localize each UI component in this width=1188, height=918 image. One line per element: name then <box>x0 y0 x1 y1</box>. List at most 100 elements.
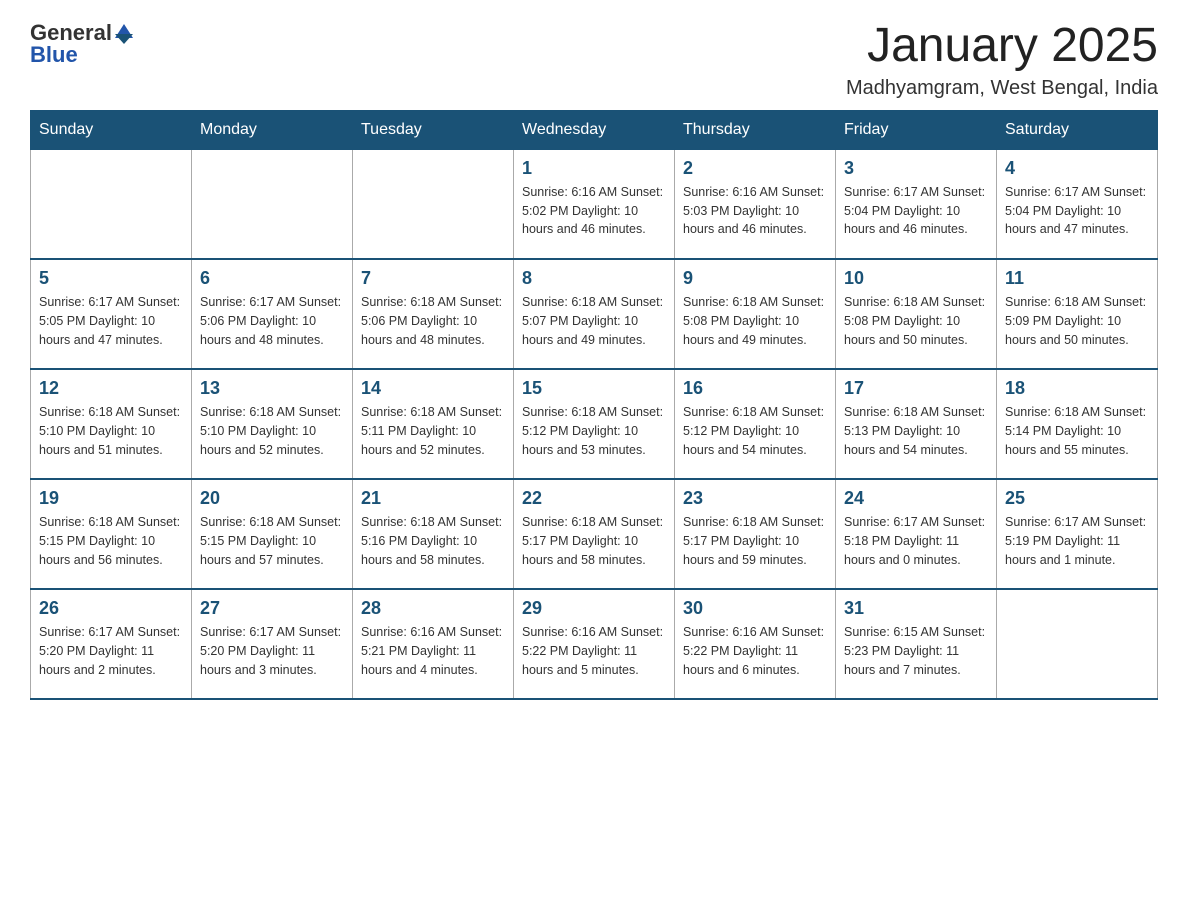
calendar-cell: 20 Sunrise: 6:18 AM Sunset: 5:15 PM Dayli… <box>192 479 353 589</box>
day-info: Sunrise: 6:18 AM Sunset: 5:10 PM Dayligh… <box>39 403 183 459</box>
day-info: Sunrise: 6:18 AM Sunset: 5:13 PM Dayligh… <box>844 403 988 459</box>
calendar-cell: 29 Sunrise: 6:16 AM Sunset: 5:22 PM Dayli… <box>514 589 675 699</box>
day-info: Sunrise: 6:18 AM Sunset: 5:09 PM Dayligh… <box>1005 293 1149 349</box>
day-info: Sunrise: 6:17 AM Sunset: 5:19 PM Dayligh… <box>1005 513 1149 569</box>
calendar-cell: 27 Sunrise: 6:17 AM Sunset: 5:20 PM Dayli… <box>192 589 353 699</box>
calendar-cell: 21 Sunrise: 6:18 AM Sunset: 5:16 PM Dayli… <box>353 479 514 589</box>
day-number: 2 <box>683 158 827 179</box>
day-number: 24 <box>844 488 988 509</box>
day-number: 17 <box>844 378 988 399</box>
calendar-cell: 4 Sunrise: 6:17 AM Sunset: 5:04 PM Daylig… <box>997 149 1158 259</box>
day-info: Sunrise: 6:18 AM Sunset: 5:06 PM Dayligh… <box>361 293 505 349</box>
day-number: 8 <box>522 268 666 289</box>
day-number: 6 <box>200 268 344 289</box>
calendar-cell: 15Sunrise: 6:18 AM Sunset: 5:12 PM Dayli… <box>514 369 675 479</box>
calendar: SundayMondayTuesdayWednesdayThursdayFrid… <box>30 110 1158 701</box>
subtitle: Madhyamgram, West Bengal, India <box>846 77 1158 100</box>
day-number: 5 <box>39 268 183 289</box>
day-number: 3 <box>844 158 988 179</box>
calendar-cell: 3Sunrise: 6:17 AM Sunset: 5:04 PM Daylig… <box>836 149 997 259</box>
day-number: 27 <box>200 598 344 619</box>
day-number: 18 <box>1005 378 1149 399</box>
day-info: Sunrise: 6:18 AM Sunset: 5:17 PM Dayligh… <box>683 513 827 569</box>
calendar-cell: 25Sunrise: 6:17 AM Sunset: 5:19 PM Dayli… <box>997 479 1158 589</box>
day-info: Sunrise: 6:18 AM Sunset: 5:08 PM Dayligh… <box>844 293 988 349</box>
day-info: Sunrise: 6:18 AM Sunset: 5:08 PM Dayligh… <box>683 293 827 349</box>
day-number: 29 <box>522 598 666 619</box>
logo-blue-text: Blue <box>30 42 78 68</box>
day-info: Sunrise: 6:15 AM Sunset: 5:23 PM Dayligh… <box>844 623 988 679</box>
calendar-week-row: 1 Sunrise: 6:16 AM Sunset: 5:02 PM Daylig… <box>31 149 1158 259</box>
calendar-cell: 24 Sunrise: 6:17 AM Sunset: 5:18 PM Dayli… <box>836 479 997 589</box>
calendar-cell: 17 Sunrise: 6:18 AM Sunset: 5:13 PM Dayli… <box>836 369 997 479</box>
calendar-cell: 31 Sunrise: 6:15 AM Sunset: 5:23 PM Dayli… <box>836 589 997 699</box>
header: General Blue January 2025 Madhyamgram, W… <box>30 20 1158 100</box>
calendar-cell: 9 Sunrise: 6:18 AM Sunset: 5:08 PM Daylig… <box>675 259 836 369</box>
day-number: 30 <box>683 598 827 619</box>
day-number: 21 <box>361 488 505 509</box>
day-info: Sunrise: 6:18 AM Sunset: 5:16 PM Dayligh… <box>361 513 505 569</box>
day-number: 16 <box>683 378 827 399</box>
day-info: Sunrise: 6:18 AM Sunset: 5:12 PM Dayligh… <box>522 403 666 459</box>
calendar-week-row: 19 Sunrise: 6:18 AM Sunset: 5:15 PM Dayli… <box>31 479 1158 589</box>
day-number: 4 <box>1005 158 1149 179</box>
calendar-cell: 14 Sunrise: 6:18 AM Sunset: 5:11 PM Dayli… <box>353 369 514 479</box>
day-number: 23 <box>683 488 827 509</box>
logo: General Blue <box>30 20 133 68</box>
day-info: Sunrise: 6:18 AM Sunset: 5:12 PM Dayligh… <box>683 403 827 459</box>
day-number: 14 <box>361 378 505 399</box>
calendar-cell: 30 Sunrise: 6:16 AM Sunset: 5:22 PM Dayli… <box>675 589 836 699</box>
calendar-cell: 2 Sunrise: 6:16 AM Sunset: 5:03 PM Daylig… <box>675 149 836 259</box>
column-header-monday: Monday <box>192 110 353 149</box>
page-title: January 2025 <box>846 20 1158 73</box>
day-info: Sunrise: 6:16 AM Sunset: 5:22 PM Dayligh… <box>522 623 666 679</box>
calendar-cell: 23 Sunrise: 6:18 AM Sunset: 5:17 PM Dayli… <box>675 479 836 589</box>
calendar-cell <box>31 149 192 259</box>
calendar-cell: 8 Sunrise: 6:18 AM Sunset: 5:07 PM Daylig… <box>514 259 675 369</box>
calendar-cell: 18Sunrise: 6:18 AM Sunset: 5:14 PM Dayli… <box>997 369 1158 479</box>
day-info: Sunrise: 6:17 AM Sunset: 5:20 PM Dayligh… <box>200 623 344 679</box>
day-number: 19 <box>39 488 183 509</box>
calendar-cell <box>192 149 353 259</box>
column-header-sunday: Sunday <box>31 110 192 149</box>
day-info: Sunrise: 6:16 AM Sunset: 5:21 PM Dayligh… <box>361 623 505 679</box>
day-number: 1 <box>522 158 666 179</box>
calendar-week-row: 12 Sunrise: 6:18 AM Sunset: 5:10 PM Dayli… <box>31 369 1158 479</box>
day-info: Sunrise: 6:17 AM Sunset: 5:20 PM Dayligh… <box>39 623 183 679</box>
calendar-cell: 6Sunrise: 6:17 AM Sunset: 5:06 PM Daylig… <box>192 259 353 369</box>
calendar-cell: 26Sunrise: 6:17 AM Sunset: 5:20 PM Dayli… <box>31 589 192 699</box>
calendar-cell: 5Sunrise: 6:17 AM Sunset: 5:05 PM Daylig… <box>31 259 192 369</box>
day-number: 12 <box>39 378 183 399</box>
column-header-friday: Friday <box>836 110 997 149</box>
day-number: 20 <box>200 488 344 509</box>
calendar-header-row: SundayMondayTuesdayWednesdayThursdayFrid… <box>31 110 1158 149</box>
calendar-cell: 13 Sunrise: 6:18 AM Sunset: 5:10 PM Dayli… <box>192 369 353 479</box>
day-info: Sunrise: 6:18 AM Sunset: 5:15 PM Dayligh… <box>39 513 183 569</box>
day-info: Sunrise: 6:18 AM Sunset: 5:11 PM Dayligh… <box>361 403 505 459</box>
day-number: 10 <box>844 268 988 289</box>
calendar-cell <box>353 149 514 259</box>
day-info: Sunrise: 6:16 AM Sunset: 5:03 PM Dayligh… <box>683 183 827 239</box>
day-info: Sunrise: 6:16 AM Sunset: 5:22 PM Dayligh… <box>683 623 827 679</box>
day-info: Sunrise: 6:17 AM Sunset: 5:18 PM Dayligh… <box>844 513 988 569</box>
calendar-cell: 16 Sunrise: 6:18 AM Sunset: 5:12 PM Dayli… <box>675 369 836 479</box>
column-header-thursday: Thursday <box>675 110 836 149</box>
day-number: 11 <box>1005 268 1149 289</box>
calendar-cell: 22Sunrise: 6:18 AM Sunset: 5:17 PM Dayli… <box>514 479 675 589</box>
day-info: Sunrise: 6:18 AM Sunset: 5:15 PM Dayligh… <box>200 513 344 569</box>
day-number: 22 <box>522 488 666 509</box>
day-info: Sunrise: 6:17 AM Sunset: 5:04 PM Dayligh… <box>1005 183 1149 239</box>
day-number: 31 <box>844 598 988 619</box>
calendar-cell: 11 Sunrise: 6:18 AM Sunset: 5:09 PM Dayli… <box>997 259 1158 369</box>
day-number: 7 <box>361 268 505 289</box>
day-number: 13 <box>200 378 344 399</box>
day-info: Sunrise: 6:16 AM Sunset: 5:02 PM Dayligh… <box>522 183 666 239</box>
day-info: Sunrise: 6:18 AM Sunset: 5:07 PM Dayligh… <box>522 293 666 349</box>
day-info: Sunrise: 6:18 AM Sunset: 5:10 PM Dayligh… <box>200 403 344 459</box>
calendar-week-row: 5Sunrise: 6:17 AM Sunset: 5:05 PM Daylig… <box>31 259 1158 369</box>
calendar-cell: 19 Sunrise: 6:18 AM Sunset: 5:15 PM Dayli… <box>31 479 192 589</box>
calendar-week-row: 26Sunrise: 6:17 AM Sunset: 5:20 PM Dayli… <box>31 589 1158 699</box>
calendar-cell <box>997 589 1158 699</box>
day-number: 9 <box>683 268 827 289</box>
calendar-cell: 7 Sunrise: 6:18 AM Sunset: 5:06 PM Daylig… <box>353 259 514 369</box>
